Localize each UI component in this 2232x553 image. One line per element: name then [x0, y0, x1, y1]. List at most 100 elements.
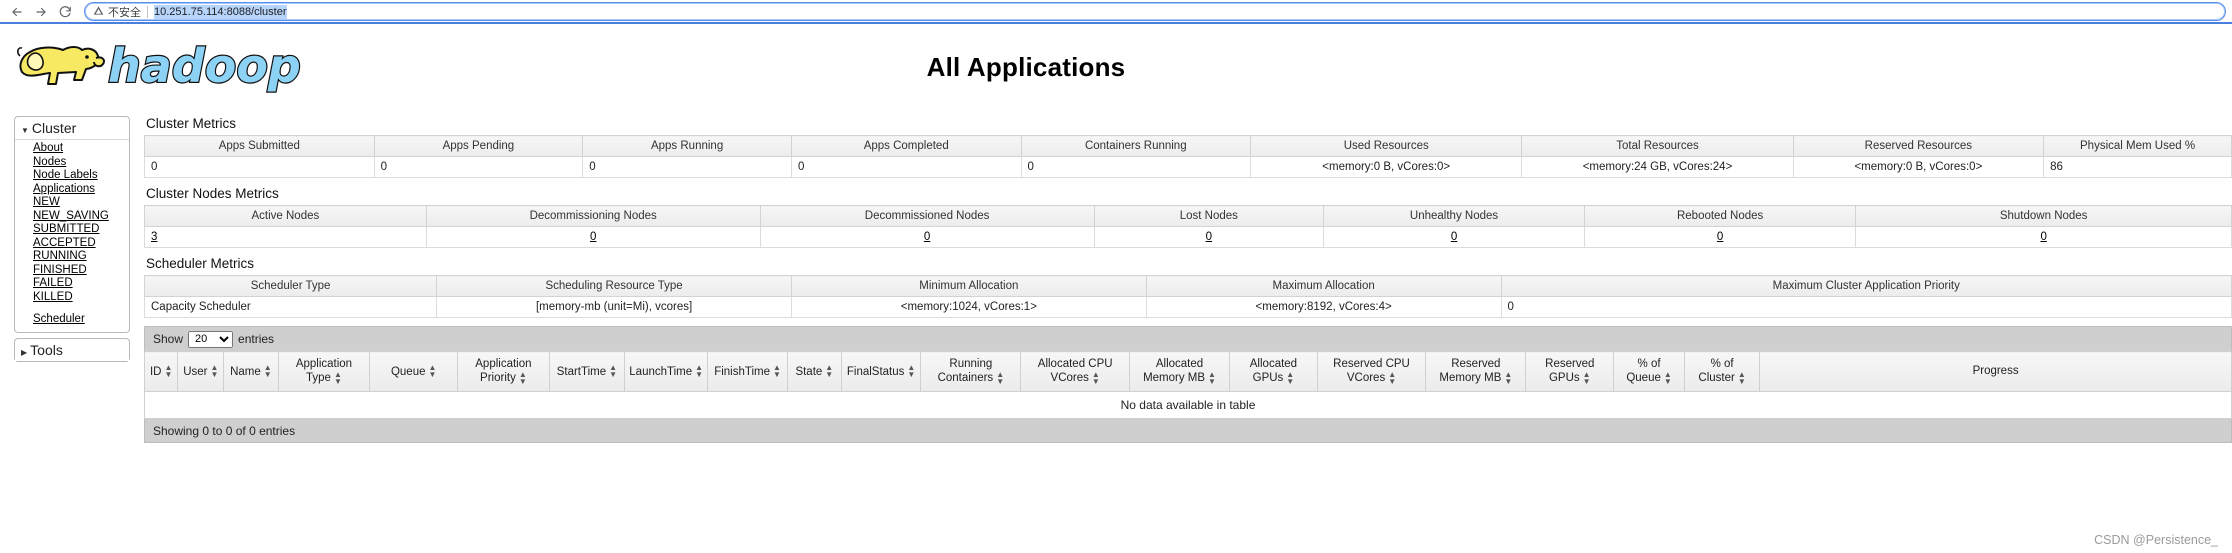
sort-icon[interactable]: ▲ ▼ — [1504, 370, 1512, 385]
sort-icon[interactable]: ▲ ▼ — [519, 370, 527, 385]
sort-icon[interactable]: ▲ ▼ — [1583, 370, 1591, 385]
col-percent-of-cluster-line1: % of — [1710, 357, 1734, 370]
col-percent-of-queue[interactable]: % of Queue ▲ ▼ — [1613, 351, 1686, 392]
sidebar-item-finished-link[interactable]: FINISHED — [33, 264, 87, 276]
sidebar-item-new-link[interactable]: NEW — [33, 196, 60, 208]
shutdown-nodes-link[interactable]: 0 — [2040, 231, 2046, 243]
security-label[interactable]: 不安全 — [108, 4, 141, 20]
sidebar-tools-header[interactable]: ▶ Tools — [15, 338, 129, 361]
col-name[interactable]: Name ▲ ▼ — [223, 351, 279, 392]
col-reserved-cpu-vcores-line1: Reserved CPU — [1333, 357, 1410, 370]
cell-max-cluster-app-priority: 0 — [1500, 296, 2232, 318]
omnibox-divider — [147, 5, 148, 18]
sidebar-item-scheduler-link[interactable]: Scheduler — [33, 313, 85, 325]
col-reserved-memory-mb[interactable]: Reserved Memory MB ▲ ▼ — [1425, 351, 1527, 392]
col-user[interactable]: User ▲ ▼ — [177, 351, 225, 392]
sort-icon[interactable]: ▲ ▼ — [996, 370, 1004, 385]
sidebar-item-failed[interactable]: FAILED — [33, 277, 129, 291]
sort-icon[interactable]: ▲ ▼ — [1738, 370, 1746, 385]
col-id[interactable]: ID ▲ ▼ — [143, 351, 179, 392]
sidebar-item-submitted-link[interactable]: SUBMITTED — [33, 223, 99, 235]
sidebar-item-about-link[interactable]: About — [33, 142, 63, 154]
sort-icon[interactable]: ▲ ▼ — [1208, 370, 1216, 385]
sort-icon[interactable]: ▲ ▼ — [334, 370, 342, 385]
sidebar-item-accepted-link[interactable]: ACCEPTED — [33, 237, 96, 249]
col-start-time[interactable]: StartTime ▲ ▼ — [548, 351, 625, 392]
sort-icon[interactable]: ▲ ▼ — [825, 364, 833, 379]
col-percent-of-cluster[interactable]: % of Cluster ▲ ▼ — [1684, 351, 1761, 392]
sidebar-item-running-link[interactable]: RUNNING — [33, 250, 87, 262]
sort-icon[interactable]: ▲ ▼ — [1664, 370, 1672, 385]
sidebar-item-running[interactable]: RUNNING — [33, 250, 129, 264]
sort-icon[interactable]: ▲ ▼ — [1092, 370, 1100, 385]
sidebar-item-new-saving[interactable]: NEW_SAVING — [33, 210, 129, 224]
col-finish-time[interactable]: FinishTime ▲ ▼ — [707, 351, 788, 392]
sidebar-item-accepted[interactable]: ACCEPTED — [33, 237, 129, 251]
sidebar-cluster-list: About Nodes Node Labels Applications — [15, 142, 129, 196]
sidebar-item-applications-link[interactable]: Applications — [33, 183, 95, 195]
address-bar[interactable]: 不安全 10.251.75.114:8088/cluster — [84, 2, 2226, 21]
sort-icon[interactable]: ▲ ▼ — [773, 364, 781, 379]
col-running-containers[interactable]: Running Containers ▲ ▼ — [920, 351, 1022, 392]
sidebar-item-scheduler[interactable]: Scheduler — [33, 313, 129, 327]
col-application-type[interactable]: Application Type ▲ ▼ — [277, 351, 371, 392]
sort-icon[interactable]: ▲ ▼ — [609, 364, 617, 379]
reload-button[interactable] — [54, 1, 76, 23]
sidebar-cluster-header[interactable]: ▼ Cluster — [15, 117, 129, 140]
sidebar-item-failed-link[interactable]: FAILED — [33, 277, 73, 289]
active-nodes-link[interactable]: 3 — [151, 231, 157, 243]
table-row: 3 0 0 0 0 0 0 — [144, 226, 2232, 248]
page-size-select[interactable]: 20 50 100 — [188, 330, 234, 348]
col-queue[interactable]: Queue ▲ ▼ — [369, 351, 458, 392]
col-application-priority[interactable]: Application Priority ▲ ▼ — [457, 351, 550, 392]
cell-physical-mem-used: 86 — [2043, 156, 2232, 178]
col-apps-submitted: Apps Submitted — [144, 135, 375, 157]
sort-icon[interactable]: ▲ ▼ — [907, 364, 915, 379]
sort-icon[interactable]: ▲ ▼ — [1388, 370, 1396, 385]
back-button[interactable] — [6, 1, 28, 23]
sidebar-item-nodes-link[interactable]: Nodes — [33, 156, 66, 168]
sidebar-item-new-saving-link[interactable]: NEW_SAVING — [33, 210, 109, 222]
sort-icon[interactable]: ▲ ▼ — [264, 364, 272, 379]
col-active-nodes: Active Nodes — [144, 205, 427, 227]
warning-triangle-icon[interactable] — [93, 5, 104, 19]
sidebar-item-new[interactable]: NEW — [33, 196, 129, 210]
sort-icon[interactable]: ▲ ▼ — [164, 364, 172, 379]
col-final-status[interactable]: FinalStatus ▲ ▼ — [840, 351, 922, 392]
sidebar-tools-box[interactable]: ▶ Tools — [14, 337, 130, 362]
decommissioned-nodes-link[interactable]: 0 — [924, 231, 930, 243]
sidebar-item-node-labels[interactable]: Node Labels — [33, 169, 129, 183]
sidebar-item-applications[interactable]: Applications — [33, 183, 129, 197]
rebooted-nodes-link[interactable]: 0 — [1717, 231, 1723, 243]
decommissioning-nodes-link[interactable]: 0 — [590, 231, 596, 243]
sort-icon[interactable]: ▲ ▼ — [695, 364, 703, 379]
sort-icon[interactable]: ▲ ▼ — [211, 364, 219, 379]
cell-maximum-allocation: <memory:8192, vCores:4> — [1145, 296, 1502, 318]
col-allocated-memory-mb[interactable]: Allocated Memory MB ▲ ▼ — [1128, 351, 1231, 392]
col-state[interactable]: State ▲ ▼ — [786, 351, 842, 392]
sidebar-item-killed[interactable]: KILLED — [33, 291, 129, 305]
sidebar-item-killed-link[interactable]: KILLED — [33, 291, 73, 303]
sidebar-item-finished[interactable]: FINISHED — [33, 264, 129, 278]
sort-icon[interactable]: ▲ ▼ — [1286, 370, 1294, 385]
col-launch-time[interactable]: LaunchTime ▲ ▼ — [623, 351, 709, 392]
col-allocated-gpus[interactable]: Allocated GPUs ▲ ▼ — [1229, 351, 1318, 392]
sidebar-item-node-labels-link[interactable]: Node Labels — [33, 169, 98, 181]
unhealthy-nodes-link[interactable]: 0 — [1451, 231, 1457, 243]
lost-nodes-link[interactable]: 0 — [1206, 231, 1212, 243]
sidebar-item-submitted[interactable]: SUBMITTED — [33, 223, 129, 237]
sidebar-item-nodes[interactable]: Nodes — [33, 156, 129, 170]
col-max-cluster-app-priority: Maximum Cluster Application Priority — [1500, 275, 2232, 297]
col-physical-mem-used: Physical Mem Used % — [2043, 135, 2232, 157]
col-reserved-cpu-vcores[interactable]: Reserved CPU VCores ▲ ▼ — [1316, 351, 1427, 392]
forward-button[interactable] — [30, 1, 52, 23]
url-text[interactable]: 10.251.75.114:8088/cluster — [154, 4, 287, 19]
cell-reserved-resources: <memory:0 B, vCores:0> — [1792, 156, 2045, 178]
col-reserved-gpus[interactable]: Reserved GPUs ▲ ▼ — [1525, 351, 1615, 392]
col-allocated-cpu-vcores[interactable]: Allocated CPU VCores ▲ ▼ — [1020, 351, 1130, 392]
sidebar-item-about[interactable]: About — [33, 142, 129, 156]
sort-icon[interactable]: ▲ ▼ — [428, 364, 436, 379]
col-used-resources: Used Resources — [1250, 135, 1523, 157]
col-start-time-label: StartTime — [556, 365, 607, 378]
